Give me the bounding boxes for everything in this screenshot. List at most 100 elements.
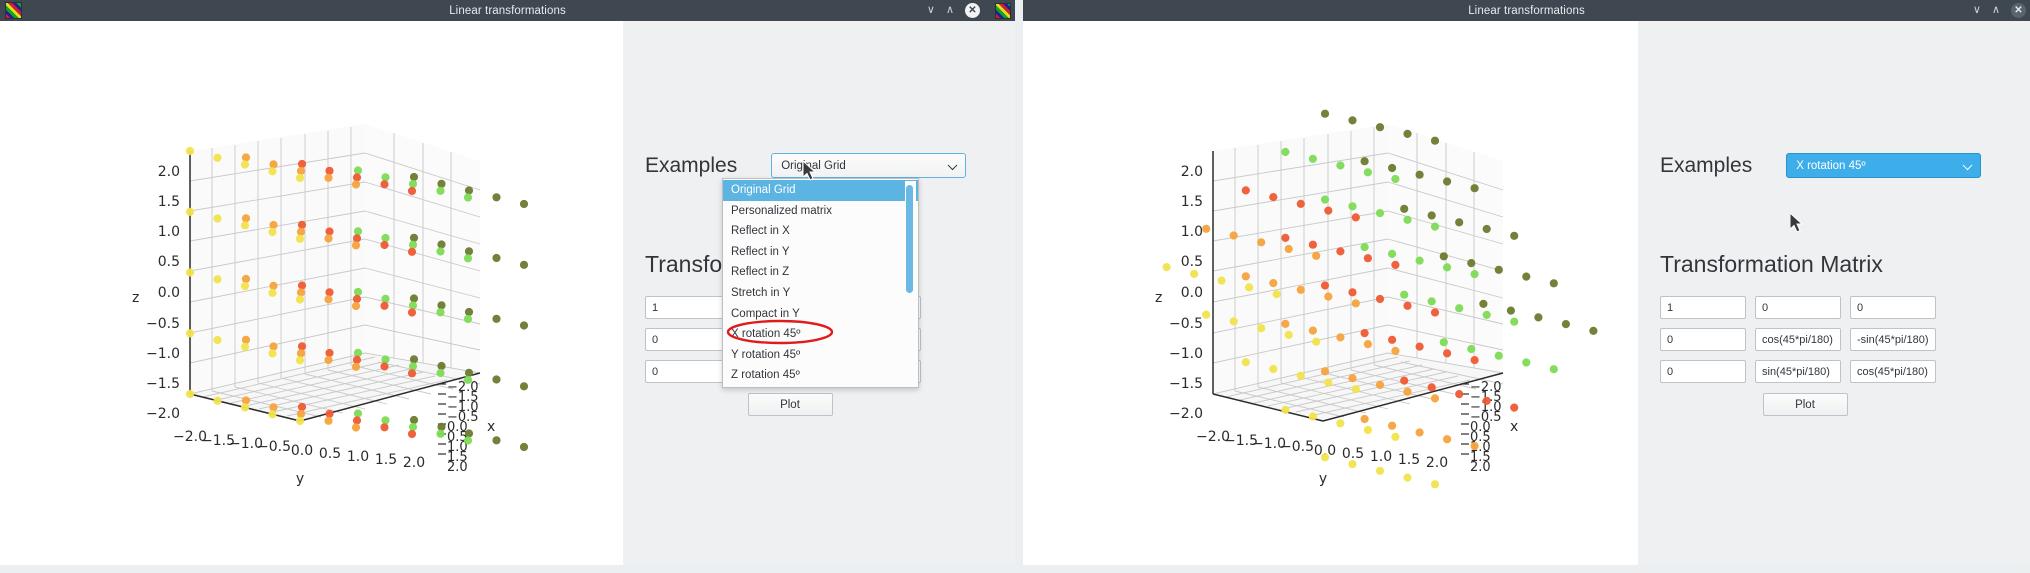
examples-dropdown-popup[interactable]: Original Grid Personalized matrix Reflect … xyxy=(722,178,919,388)
window-controls-right: ∨ ∧ ✕ xyxy=(1973,0,2026,21)
window-linear-transformations-left: Linear transformations ∨ ∧ ✕ 2.0 1.5 1.0… xyxy=(0,0,1015,565)
plot-svg-original: 2.0 1.5 1.0 0.5 0.0 −0.5 −1.0 −1.5 −2.0 … xyxy=(132,124,529,487)
control-panel-right: Examples X rotation 45º Transformation M… xyxy=(1638,21,2030,565)
plot-button-wrap: Plot xyxy=(1660,393,1950,416)
matrix-cell-0-2[interactable]: 0 xyxy=(1850,296,1936,319)
dropdown-option-0[interactable]: Original Grid xyxy=(723,180,918,201)
matrix-cell-2-1[interactable]: sin(45*pi/180) xyxy=(1755,360,1841,383)
matrix-cell-0-0[interactable]: 1 xyxy=(1660,296,1746,319)
svg-text:−0.5: −0.5 xyxy=(146,316,180,332)
matrix-cell-1-0[interactable]: 0 xyxy=(1660,328,1746,351)
examples-row-right: Examples X rotation 45º xyxy=(1660,153,1982,178)
matrix-cell-0-1[interactable]: 0 xyxy=(1755,296,1841,319)
svg-text:0.5: 0.5 xyxy=(1342,446,1364,462)
matrix-row: 1 0 0 xyxy=(1660,296,1936,319)
dropdown-option-8[interactable]: Y rotation 45º xyxy=(723,345,918,366)
svg-text:0.0: 0.0 xyxy=(291,443,313,459)
dropdown-scrollbar-track[interactable] xyxy=(905,181,916,385)
window-controls-left: ∨ ∧ ✕ xyxy=(927,0,1011,21)
dropdown-option-7[interactable]: X rotation 45º xyxy=(723,324,918,345)
matrix-cell-0-0[interactable]: 1 xyxy=(645,296,731,319)
dropdown-option-5[interactable]: Stretch in Y xyxy=(723,283,918,304)
minimize-icon[interactable]: ∨ xyxy=(927,5,935,16)
dropdown-option-1[interactable]: Personalized matrix xyxy=(723,201,918,222)
chevron-down-icon xyxy=(947,159,958,170)
plot-button[interactable]: Plot xyxy=(1762,393,1848,416)
desktop: Linear transformations ∨ ∧ ✕ 2.0 1.5 1.0… xyxy=(0,0,2030,573)
svg-text:x: x xyxy=(487,419,495,435)
examples-combobox-value: X rotation 45º xyxy=(1796,159,1866,172)
app-icon xyxy=(5,2,22,19)
svg-text:−2.0: −2.0 xyxy=(146,406,180,422)
svg-text:y: y xyxy=(296,471,304,487)
examples-combobox-value: Original Grid xyxy=(781,159,846,172)
svg-text:0.0: 0.0 xyxy=(158,285,180,301)
dropdown-option-6[interactable]: Compact in Y xyxy=(723,304,918,325)
window-body-left: 2.0 1.5 1.0 0.5 0.0 −0.5 −1.0 −1.5 −2.0 … xyxy=(0,21,1015,565)
svg-text:2.0: 2.0 xyxy=(158,164,180,180)
plot-button[interactable]: Plot xyxy=(747,393,833,416)
matrix-row: 0 cos(45*pi/180) -sin(45*pi/180) xyxy=(1660,328,1936,351)
examples-label: Examples xyxy=(645,153,738,177)
matrix-cell-2-2[interactable]: cos(45*pi/180) xyxy=(1850,360,1936,383)
control-panel-left: Examples Original Grid Transformation Ma… xyxy=(623,21,1015,565)
matrix-cell-2-0[interactable]: 0 xyxy=(645,360,731,383)
svg-text:z: z xyxy=(1155,290,1162,306)
svg-text:−1.5: −1.5 xyxy=(146,376,180,392)
maximize-icon[interactable]: ∧ xyxy=(946,5,954,16)
svg-text:0.0: 0.0 xyxy=(1181,285,1203,301)
svg-text:−1.5: −1.5 xyxy=(1169,376,1203,392)
svg-text:−1.0: −1.0 xyxy=(146,346,180,362)
svg-text:y: y xyxy=(1319,471,1327,487)
window-title: Linear transformations xyxy=(449,4,566,17)
svg-text:−0.5: −0.5 xyxy=(1169,316,1203,332)
examples-combobox[interactable]: X rotation 45º xyxy=(1786,153,1982,178)
matrix-cell-1-0[interactable]: 0 xyxy=(645,328,731,351)
app-icon-secondary xyxy=(995,2,1011,19)
window-body-right: 2.0 1.5 1.0 0.5 0.0 −0.5 −1.0 −1.5 −2.0 … xyxy=(1023,21,2030,565)
window-linear-transformations-right: Linear transformations ∨ ∧ ✕ 2.0 1.5 1.0… xyxy=(1023,0,2030,565)
svg-text:0.5: 0.5 xyxy=(158,254,180,270)
svg-text:2.0: 2.0 xyxy=(1181,164,1203,180)
plot-button-wrap: Plot xyxy=(645,393,935,416)
svg-text:z: z xyxy=(132,290,139,306)
svg-text:1.0: 1.0 xyxy=(347,449,369,465)
svg-text:2.0: 2.0 xyxy=(1426,455,1448,471)
plot-canvas-original[interactable]: 2.0 1.5 1.0 0.5 0.0 −0.5 −1.0 −1.5 −2.0 … xyxy=(0,21,623,565)
svg-text:1.5: 1.5 xyxy=(1398,452,1420,468)
dropdown-option-2[interactable]: Reflect in X xyxy=(723,221,918,242)
svg-text:x: x xyxy=(1510,419,1518,435)
svg-text:0.5: 0.5 xyxy=(1181,254,1203,270)
svg-text:−0.5: −0.5 xyxy=(257,439,291,455)
minimize-icon[interactable]: ∨ xyxy=(1973,5,1981,16)
examples-combobox[interactable]: Original Grid xyxy=(771,153,967,178)
matrix-title: Transformation Matrix xyxy=(1660,251,1883,277)
plot-canvas-transformed[interactable]: 2.0 1.5 1.0 0.5 0.0 −0.5 −1.0 −1.5 −2.0 … xyxy=(1023,21,1638,565)
mouse-cursor-right xyxy=(1790,213,1804,233)
close-icon[interactable]: ✕ xyxy=(2011,3,2026,18)
matrix-row: 0 sin(45*pi/180) cos(45*pi/180) xyxy=(1660,360,1936,383)
svg-text:1.5: 1.5 xyxy=(158,194,180,210)
svg-text:−2.0: −2.0 xyxy=(1169,406,1203,422)
titlebar-left[interactable]: Linear transformations ∨ ∧ ✕ xyxy=(0,0,1015,21)
svg-text:2.0: 2.0 xyxy=(403,455,425,471)
titlebar-right[interactable]: Linear transformations ∨ ∧ ✕ xyxy=(1023,0,2030,21)
svg-text:1.0: 1.0 xyxy=(1181,224,1203,240)
svg-text:1.5: 1.5 xyxy=(1181,194,1203,210)
matrix-cell-2-0[interactable]: 0 xyxy=(1660,360,1746,383)
dropdown-option-4[interactable]: Reflect in Z xyxy=(723,262,918,283)
maximize-icon[interactable]: ∧ xyxy=(1992,5,2000,16)
dropdown-option-3[interactable]: Reflect in Y xyxy=(723,242,918,263)
plot-svg-transformed: 2.0 1.5 1.0 0.5 0.0 −0.5 −1.0 −1.5 −2.0 … xyxy=(1155,109,1598,489)
matrix-cell-1-2[interactable]: -sin(45*pi/180) xyxy=(1850,328,1936,351)
svg-text:1.0: 1.0 xyxy=(1370,449,1392,465)
matrix-cell-1-1[interactable]: cos(45*pi/180) xyxy=(1755,328,1841,351)
svg-text:1.5: 1.5 xyxy=(375,452,397,468)
transformation-matrix-right: 1 0 0 0 cos(45*pi/180) -sin(45*pi/180) 0… xyxy=(1660,296,1936,383)
examples-label: Examples xyxy=(1660,153,1753,177)
svg-text:2.0: 2.0 xyxy=(447,460,468,475)
svg-text:0.5: 0.5 xyxy=(319,446,341,462)
dropdown-option-9[interactable]: Z rotation 45º xyxy=(723,365,918,386)
dropdown-scrollbar-thumb[interactable] xyxy=(906,185,913,293)
close-icon[interactable]: ✕ xyxy=(965,3,980,18)
